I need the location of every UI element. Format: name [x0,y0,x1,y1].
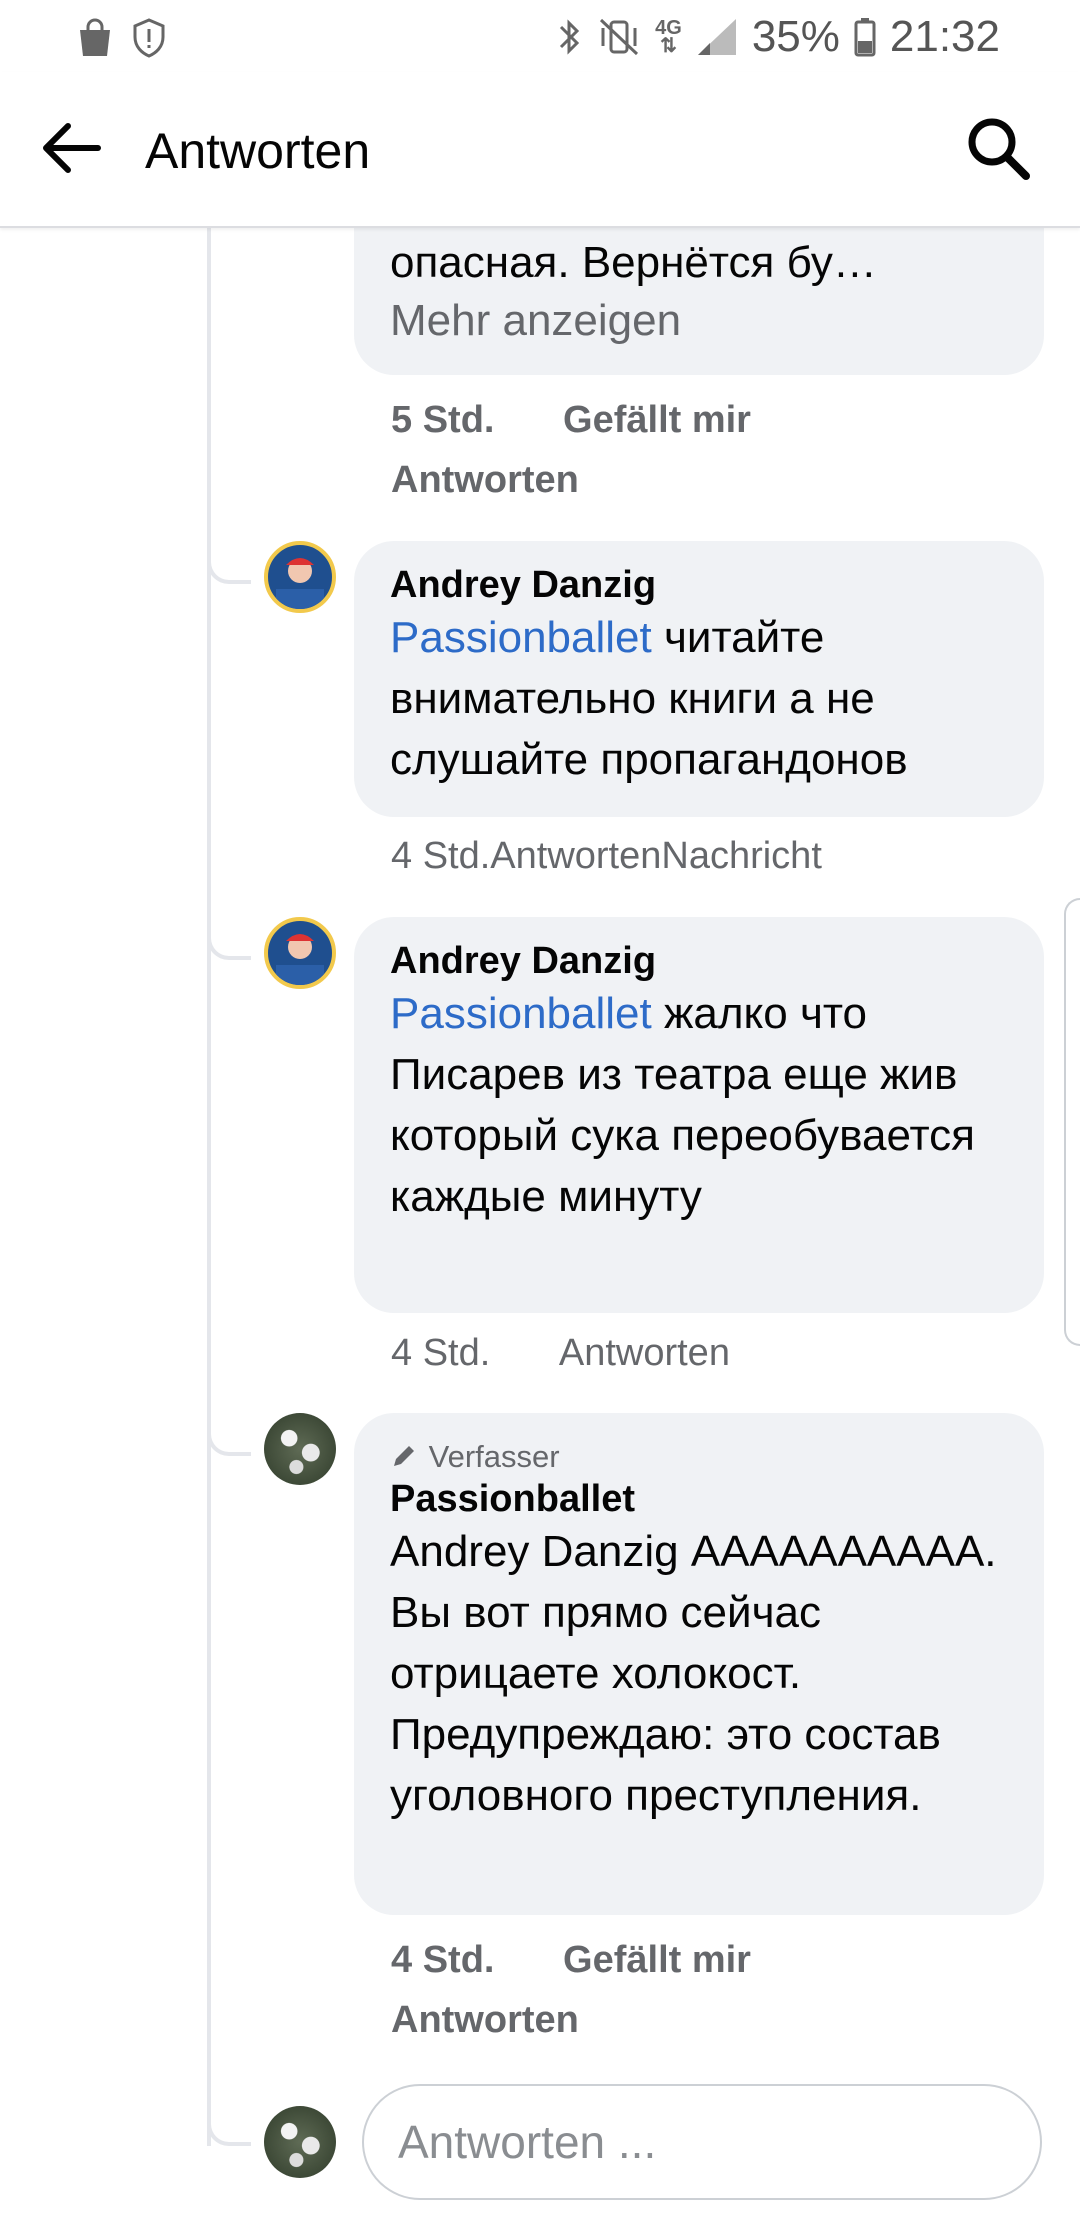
reply-button[interactable]: Antworten [559,1332,730,1374]
author-badge: Verfasser [390,1437,1008,1477]
bluetooth-icon [560,19,580,55]
clock: 21:32 [889,12,1000,61]
signal-icon [697,19,736,55]
comment-time: 4 Std. [391,1332,491,1374]
comment-author[interactable]: Passionballet [390,1477,1008,1521]
comment-author[interactable]: Andrey Danzig [390,939,1008,983]
comment-time: 4 Std. [391,1939,495,1981]
comment-author[interactable]: Andrey Danzig [390,563,1008,607]
thread-branch [207,920,251,960]
like-button[interactable]: Gefällt mir [563,399,751,441]
comment-time: 5 Std. [391,399,495,441]
network-type: 4G ⇅ [655,17,682,57]
pencil-icon [394,1446,414,1466]
like-button[interactable]: Gefällt mir [563,1939,751,1981]
profile-photo-icon [276,558,324,609]
page-title: Antworten [145,123,371,179]
back-button[interactable] [36,112,108,184]
reply-button[interactable]: Antworten [391,450,751,510]
status-right-icons: 4G ⇅ 35% 21:32 [557,12,1000,62]
avatar[interactable] [264,541,336,613]
shopping-bag-icon [80,18,110,56]
thread-branch [207,1416,251,1456]
battery-icon [854,18,876,57]
comment-actions: 4 Std. Gefällt mir Antworten [391,1930,751,2050]
author-badge-label: Verfasser [428,1439,560,1474]
mention-link[interactable]: Passionballet [390,613,652,662]
app-bar: Antworten [0,72,1080,228]
status-bar: 4G ⇅ 35% 21:32 [0,0,1080,72]
avatar [264,2106,336,2178]
search-icon [968,118,1030,180]
comment-bubble[interactable]: Verfasser Passionballet Andrey Danzig АА… [354,1413,1044,1915]
battery-percent: 35% [751,12,840,61]
comment-text: Passionballet читайте внимательно книги … [390,607,1008,790]
comment-bubble[interactable]: Andrey Danzig Passionballet жалко что Пи… [354,917,1044,1313]
reply-button[interactable]: Antworten [391,1990,751,2050]
profile-photo-icon [276,934,324,985]
thread-line [207,226,211,2146]
comment-text: Passionballet жалко что Писарев из театр… [390,983,1008,1227]
scrollbar[interactable] [1064,898,1080,1346]
comment-actions: 4 Std.AntwortenNachricht [391,826,822,886]
comment-bubble[interactable]: Andrey Danzig Passionballet читайте вним… [354,541,1044,817]
avatar[interactable] [264,917,336,989]
vibrate-mute-icon [600,18,639,56]
comment-meta[interactable]: 4 Std.AntwortenNachricht [391,826,822,886]
show-more-link[interactable]: Mehr anzeigen [390,293,1008,349]
thread-branch [207,2106,251,2146]
comment-text: Andrey Danzig АААААААААА. Вы вот прямо с… [390,1527,997,1820]
status-left-icons [76,18,166,58]
comment-actions: 4 Std. Antworten [391,1323,730,1383]
mention-link[interactable]: Passionballet [390,989,652,1038]
comment-actions: 5 Std. Gefällt mir Antworten [391,390,751,510]
thread-branch [207,544,251,584]
comment-text: опасная. Вернётся бу… [390,238,877,287]
search-button[interactable] [960,110,1036,186]
shield-alert-icon [133,18,165,58]
avatar[interactable] [264,1413,336,1485]
reply-input[interactable]: Antworten ... [362,2084,1042,2200]
arrow-left-icon [43,123,101,173]
